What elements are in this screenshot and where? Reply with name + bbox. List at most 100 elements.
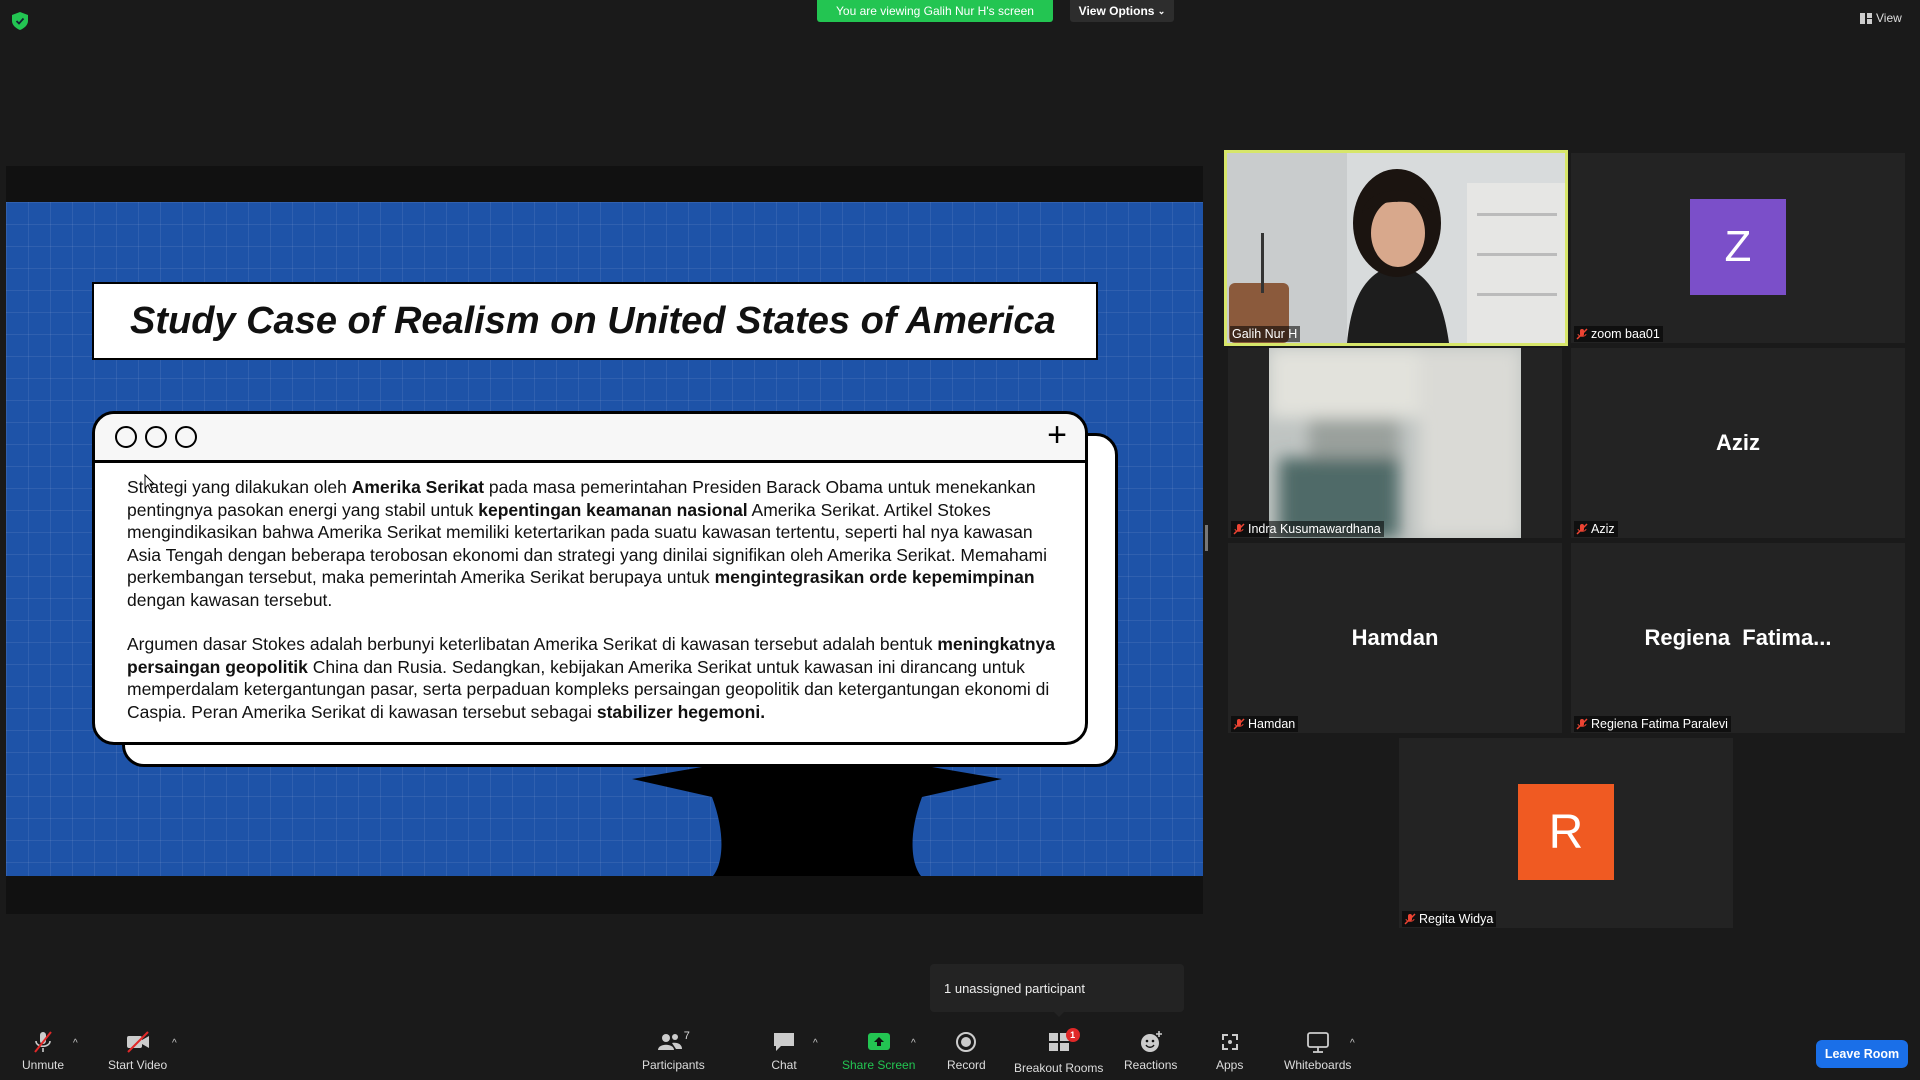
participant-name-label: Galih Nur H [1230, 326, 1301, 342]
reactions-icon [1140, 1031, 1162, 1052]
emphasis-text: kepentingan keamanan nasional [478, 499, 748, 520]
circle-icon [115, 426, 137, 448]
popup-text: 1 unassigned participant [944, 980, 1085, 996]
participants-icon [657, 1034, 682, 1050]
chat-icon [774, 1033, 794, 1051]
slide-paragraph-2: Argumen dasar Stokes adalah berbunyi ket… [127, 633, 1061, 723]
emphasis-text: mengintegrasikan orde kepemimpinan [714, 567, 1035, 587]
security-shield-icon[interactable] [12, 12, 28, 30]
plus-icon: + [1047, 416, 1067, 454]
participant-name-label: Aziz [1574, 521, 1618, 537]
participant-name: Aziz [1591, 522, 1615, 536]
share-options-caret-icon[interactable]: ^ [911, 1038, 916, 1049]
participant-name: Regiena Fatima Paralevi [1591, 717, 1728, 731]
chat-button[interactable]: Chat [771, 1030, 797, 1072]
emphasis-text: stabilizer hegemoni. [596, 701, 766, 722]
start-video-button[interactable]: Start Video [108, 1030, 167, 1072]
reactions-label: Reactions [1124, 1058, 1178, 1072]
video-tile-aziz[interactable]: Aziz Aziz [1571, 348, 1905, 538]
circle-icon [175, 426, 197, 448]
participants-button[interactable]: 7 Participants [642, 1030, 705, 1072]
notification-badge: 1 [1065, 1028, 1080, 1042]
view-button[interactable]: View [1860, 11, 1902, 25]
whiteboards-button[interactable]: Whiteboards [1284, 1030, 1351, 1072]
viewing-screen-banner: You are viewing Galih Nur H's screen [817, 0, 1053, 22]
record-icon [956, 1032, 977, 1052]
emphasis-text: Amerika Serikat [351, 477, 485, 497]
video-options-caret-icon[interactable]: ^ [172, 1038, 177, 1049]
participant-video [1269, 348, 1521, 538]
avatar-initial: Z [1724, 222, 1752, 271]
chevron-down-icon: ⌄ [1157, 5, 1166, 16]
participant-display-name: Regiena Fatima... [1644, 625, 1832, 650]
participant-name: zoom baa01 [1591, 327, 1660, 341]
mouse-cursor-icon [144, 474, 156, 492]
slide-title: Study Case of Realism on United States o… [130, 299, 1056, 342]
participant-name-label: Indra Kusumawardhana [1231, 521, 1384, 537]
view-options-button[interactable]: View Options ⌄ [1070, 0, 1174, 22]
paragraph-text: Strategi yang dilakukan oleh [127, 477, 352, 497]
mic-muted-icon [1576, 328, 1588, 340]
share-screen-label: Share Screen [842, 1058, 916, 1072]
record-label: Record [947, 1058, 986, 1072]
grid-view-icon [1860, 12, 1872, 24]
slide-title-box: Study Case of Realism on United States o… [92, 282, 1098, 360]
participant-name-label: Regiena Fatima Paralevi [1574, 716, 1731, 732]
paragraph-text: Argumen dasar Stokes adalah berbunyi ket… [127, 634, 938, 654]
video-tile-regita[interactable]: R Regita Widya [1399, 738, 1733, 928]
video-tile-galih[interactable]: Galih Nur H [1224, 150, 1568, 346]
card-window-header: + [95, 414, 1085, 463]
unassigned-participant-popup[interactable]: 1 unassigned participant [930, 964, 1184, 1012]
reactions-button[interactable]: Reactions [1124, 1030, 1177, 1072]
circle-icon [145, 426, 167, 448]
paragraph-text: dengan kawasan tersebut. [127, 589, 333, 610]
participants-count: 7 [683, 1030, 690, 1042]
mic-muted-icon [1233, 718, 1245, 730]
participant-name-label: zoom baa01 [1574, 326, 1663, 342]
share-screen-button[interactable]: Share Screen [842, 1030, 915, 1072]
avatar: Z [1690, 199, 1786, 295]
avatar-initial: R [1548, 805, 1584, 859]
video-tile-regiena[interactable]: Regiena Fatima... Regiena Fatima Paralev… [1571, 543, 1905, 733]
view-label: View [1876, 11, 1902, 25]
mic-off-icon [34, 1031, 52, 1053]
participant-name: Hamdan [1248, 717, 1296, 731]
video-tile-zoom-baa01[interactable]: Z zoom baa01 [1571, 153, 1905, 343]
video-off-icon [126, 1031, 149, 1053]
participant-display-name: Aziz [1716, 430, 1760, 455]
slide-text-card: + Strategi yang dilakukan oleh Amerika S… [92, 411, 1088, 745]
presentation-slide: Study Case of Realism on United States o… [6, 202, 1203, 876]
apps-icon [1221, 1034, 1238, 1050]
audio-options-caret-icon[interactable]: ^ [73, 1038, 78, 1049]
unmute-label: Unmute [22, 1058, 65, 1072]
mic-muted-icon [1576, 718, 1588, 730]
slide-paragraph-1: Strategi yang dilakukan oleh Amerika Ser… [127, 476, 1061, 611]
chat-label: Chat [771, 1058, 797, 1072]
share-screen-icon [867, 1033, 890, 1050]
participant-name-label: Hamdan [1231, 716, 1299, 732]
apps-label: Apps [1216, 1058, 1244, 1072]
splitter-handle[interactable] [1205, 525, 1208, 551]
breakout-rooms-button[interactable]: 1 Breakout Rooms [1014, 1028, 1104, 1075]
participant-name: Indra Kusumawardhana [1248, 522, 1381, 536]
unmute-button[interactable]: Unmute [22, 1030, 64, 1072]
participant-name-label: Regita Widya [1402, 911, 1497, 927]
video-tile-indra[interactable]: Indra Kusumawardhana [1228, 348, 1562, 538]
chat-options-caret-icon[interactable]: ^ [813, 1038, 818, 1049]
video-tile-hamdan[interactable]: Hamdan Hamdan [1228, 543, 1562, 733]
start-video-label: Start Video [108, 1058, 168, 1072]
apps-button[interactable]: Apps [1216, 1030, 1243, 1072]
mic-muted-icon [1576, 523, 1588, 535]
record-button[interactable]: Record [947, 1030, 986, 1072]
slide-body-text: Strategi yang dilakukan oleh Amerika Ser… [127, 476, 1061, 745]
view-options-label: View Options [1078, 4, 1155, 18]
whiteboards-label: Whiteboards [1284, 1058, 1352, 1072]
mic-muted-icon [1233, 523, 1245, 535]
leave-room-button[interactable]: Leave Room [1816, 1040, 1908, 1068]
whiteboard-options-caret-icon[interactable]: ^ [1350, 1038, 1355, 1049]
participants-label: Participants [642, 1058, 705, 1072]
participant-name: Galih Nur H [1232, 327, 1298, 341]
breakout-rooms-label: Breakout Rooms [1014, 1061, 1104, 1075]
monitor-stand-graphic [632, 767, 1002, 876]
whiteboard-icon [1306, 1032, 1329, 1053]
